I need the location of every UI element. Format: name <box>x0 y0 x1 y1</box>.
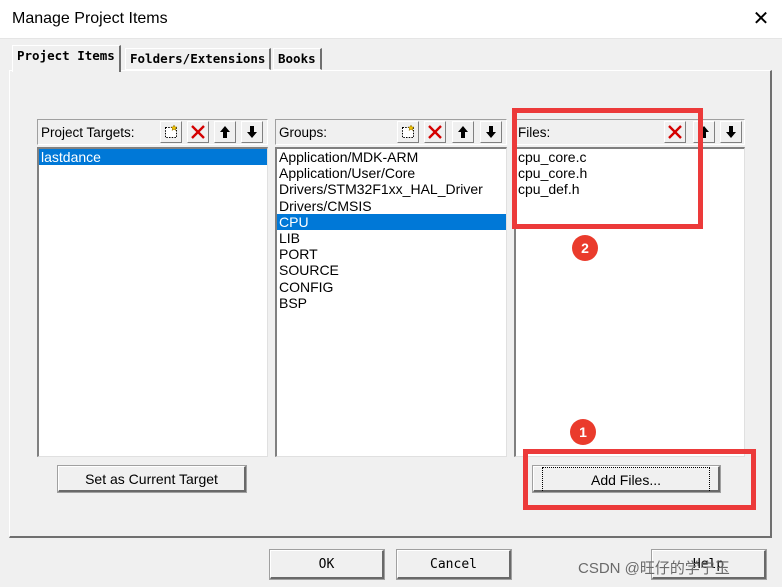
list-item-lastdance[interactable]: lastdance <box>39 149 267 166</box>
list-item-group-selected[interactable]: CPU <box>277 213 506 230</box>
tab-project-items[interactable]: Project Items <box>12 45 121 72</box>
callout-add-files-box <box>523 449 756 510</box>
callout-files-box <box>512 108 703 229</box>
tab-books[interactable]: Books <box>273 48 322 70</box>
list-item-group[interactable]: Application/User/Core <box>277 165 506 181</box>
arrow-up-icon <box>458 126 468 138</box>
move-down-file-button[interactable] <box>720 121 742 143</box>
list-item-group[interactable]: Drivers/CMSIS <box>277 198 506 214</box>
tab-folders-extensions[interactable]: Folders/Extensions <box>125 48 272 70</box>
annotation-badge-1: 1 <box>570 419 596 445</box>
title-bar: Manage Project Items ✕ <box>0 0 782 38</box>
move-down-group-button[interactable] <box>480 121 502 143</box>
arrow-up-icon <box>220 126 230 138</box>
list-item-group[interactable]: CONFIG <box>277 279 506 295</box>
list-item-group[interactable]: Drivers/STM32F1xx_HAL_Driver <box>277 181 506 197</box>
watermark-text: CSDN @旺仔的学宁玉 <box>578 560 730 577</box>
project-targets-list[interactable]: lastdance <box>37 147 268 457</box>
list-item-group[interactable]: BSP <box>277 295 506 311</box>
delete-icon <box>191 125 205 139</box>
close-icon[interactable]: ✕ <box>748 6 774 32</box>
new-group-button[interactable] <box>397 121 419 143</box>
annotation-badge-2: 2 <box>572 235 598 261</box>
new-item-icon <box>165 124 178 138</box>
cancel-button[interactable]: Cancel <box>396 549 512 580</box>
move-up-target-button[interactable] <box>214 121 236 143</box>
list-item-group[interactable]: PORT <box>277 246 506 262</box>
new-item-icon <box>402 124 415 138</box>
delete-icon <box>428 125 442 139</box>
groups-list[interactable]: Application/MDK-ARM Application/User/Cor… <box>275 147 507 457</box>
list-item-group[interactable]: Application/MDK-ARM <box>277 149 506 165</box>
ok-button[interactable]: OK <box>269 549 385 580</box>
project-targets-label: Project Targets: <box>41 125 135 140</box>
arrow-down-icon <box>486 126 496 138</box>
delete-target-button[interactable] <box>187 121 209 143</box>
window-title: Manage Project Items <box>12 10 168 27</box>
list-item-group[interactable]: SOURCE <box>277 262 506 278</box>
new-target-button[interactable] <box>160 121 182 143</box>
list-item-group[interactable]: LIB <box>277 230 506 246</box>
arrow-down-icon <box>726 126 736 138</box>
groups-label: Groups: <box>279 125 328 140</box>
move-down-target-button[interactable] <box>241 121 263 143</box>
move-up-group-button[interactable] <box>452 121 474 143</box>
arrow-down-icon <box>247 126 257 138</box>
set-as-current-target-button[interactable]: Set as Current Target <box>57 465 247 493</box>
delete-group-button[interactable] <box>424 121 446 143</box>
